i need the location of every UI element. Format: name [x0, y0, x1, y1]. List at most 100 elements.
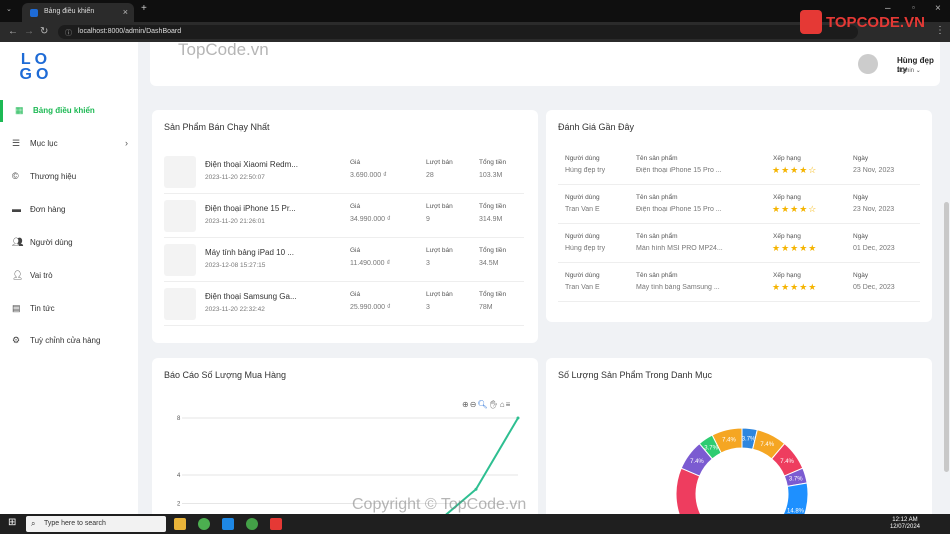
- column-label: Xếp hạng: [773, 194, 801, 201]
- column-label: Giá: [350, 247, 361, 254]
- review-product: Màn hình MSI PRO MP24...: [636, 245, 723, 252]
- product-name: Máy tính bảng iPad 10 ...: [205, 248, 294, 257]
- copyright-icon: ©: [12, 171, 19, 181]
- magnifier-icon[interactable]: 🔍︎: [477, 400, 488, 409]
- system-clock[interactable]: 12:12 AM 12/07/2024: [890, 517, 920, 531]
- sidebar-item[interactable]: ⚙ Tuỳ chỉnh cửa hàng: [0, 330, 138, 352]
- product-date: 2023-11-20 21:26:01: [205, 218, 265, 225]
- windows-start-icon[interactable]: ⊞: [8, 518, 19, 529]
- review-product: Điện thoại iPhone 15 Pro ...: [636, 206, 722, 213]
- new-tab-icon[interactable]: +: [141, 3, 147, 14]
- site-info-icon[interactable]: ⓘ: [65, 28, 72, 38]
- column-label: Người dùng: [565, 272, 600, 279]
- sidebar-item[interactable]: 👤︎ Vai trò: [0, 265, 138, 287]
- chrome-icon[interactable]: [198, 518, 210, 530]
- page-scrollbar[interactable]: [944, 202, 949, 472]
- gear-icon: ⚙: [12, 335, 21, 345]
- review-row[interactable]: Người dùng Tran Van E Tên sản phẩm Điện tho…: [558, 185, 920, 224]
- column-label: Tổng tiền: [479, 291, 507, 298]
- review-row[interactable]: Người dùng Tran Van E Tên sản phẩm Máy tính…: [558, 263, 920, 302]
- users-icon: 👥︎: [12, 237, 24, 247]
- sidebar-item[interactable]: ▦ Bảng điều khiển: [0, 100, 138, 122]
- browser-tab[interactable]: Bảng điều khiển ×: [22, 3, 134, 22]
- sidebar-item-label: Tin tức: [30, 304, 55, 313]
- product-price: 3.690.000 ₫: [350, 172, 387, 179]
- avatar[interactable]: [858, 54, 878, 74]
- tab-menu-icon[interactable]: ⌄: [6, 5, 12, 13]
- product-row[interactable]: Điện thoại Xiaomi Redm... 2023-11-20 22:5…: [164, 150, 524, 194]
- purchase-report-card: Báo Cáo Số Lượng Mua Hàng ⊕⊖🔍︎✋︎⌂≡ 8 4 2: [152, 358, 538, 514]
- column-label: Người dùng: [565, 194, 600, 201]
- slice-label: 7.4%: [780, 459, 794, 465]
- product-price: 34.990.000 ₫: [350, 216, 391, 223]
- taskbar-search[interactable]: ⌕ Type here to search: [26, 516, 166, 532]
- column-label: Tên sản phẩm: [636, 272, 678, 279]
- sliders-icon: ☰: [12, 138, 21, 148]
- product-name: Điện thoại Samsung Ga...: [205, 292, 297, 301]
- product-row[interactable]: Điện thoại Samsung Ga... 2023-11-20 22:32…: [164, 282, 524, 326]
- product-sold: 3: [426, 260, 430, 267]
- product-sold: 9: [426, 216, 430, 223]
- main-content: Hùng đẹp try Admin ⌄ Sản Phẩm Bán Chạy N…: [138, 42, 950, 514]
- column-label: Lượt bán: [426, 203, 453, 210]
- sidebar-item-label: Thương hiệu: [30, 172, 77, 181]
- rating-stars: ★★★★★: [772, 282, 818, 292]
- watermark-copyright: Copyright © TopCode.vn: [352, 496, 527, 513]
- column-label: Giá: [350, 203, 361, 210]
- product-row[interactable]: Điện thoại iPhone 15 Pr... 2023-11-20 21:…: [164, 194, 524, 238]
- review-product: Điện thoại iPhone 15 Pro ...: [636, 167, 722, 174]
- slice-label: 7.4%: [760, 442, 774, 448]
- review-row[interactable]: Người dùng Hùng đẹp try Tên sản phẩm Màn hì…: [558, 224, 920, 263]
- slice-label: 3.7%: [742, 436, 756, 442]
- app-icon[interactable]: [246, 518, 258, 530]
- taskbar: ⊞ ⌕ Type here to search 12:12 AM 12/07/2…: [0, 514, 950, 534]
- sidebar-item[interactable]: 👥︎ Người dùng: [0, 232, 138, 254]
- column-label: Ngày: [853, 194, 869, 201]
- sidebar: LO GO ▦ Bảng điều khiển ☰ Mục lục › © Thương hi…: [0, 42, 138, 514]
- product-name: Điện thoại iPhone 15 Pr...: [205, 204, 296, 213]
- menu-icon[interactable]: ≡: [506, 400, 512, 409]
- review-product: Máy tính bảng Samsung ...: [636, 284, 720, 291]
- column-label: Tên sản phẩm: [636, 233, 678, 240]
- close-icon[interactable]: ×: [123, 7, 128, 17]
- rating-stars: ★★★★★: [772, 243, 818, 253]
- sidebar-item[interactable]: © Thương hiệu: [0, 166, 138, 188]
- recorder-icon[interactable]: [270, 518, 282, 530]
- back-icon[interactable]: ←: [8, 26, 18, 37]
- vscode-icon[interactable]: [222, 518, 234, 530]
- data-point: [516, 416, 520, 420]
- slice-label: 3.7%: [789, 476, 803, 482]
- product-price: 25.990.000 ₫: [350, 304, 391, 311]
- review-user: Tran Van E: [565, 206, 600, 213]
- pan-icon[interactable]: ✋︎: [489, 400, 500, 409]
- product-row[interactable]: Máy tính bảng iPad 10 ... 2023-12-08 15:2…: [164, 238, 524, 282]
- chevron-right-icon: ›: [125, 138, 128, 148]
- slice-label: 7.4%: [722, 438, 736, 444]
- y-tick-label: 4: [177, 473, 181, 479]
- topcode-logo-icon: [800, 10, 822, 34]
- review-date: 01 Dec, 2023: [853, 245, 895, 252]
- reload-icon[interactable]: ↻: [40, 26, 48, 37]
- url-field[interactable]: ⓘ localhost:8000/admin/DashBoard: [58, 25, 858, 39]
- logo[interactable]: LO GO: [18, 52, 54, 88]
- sidebar-item[interactable]: ▬ Đơn hàng: [0, 199, 138, 221]
- data-point: [474, 487, 478, 491]
- column-label: Giá: [350, 159, 361, 166]
- file-explorer-icon[interactable]: [174, 518, 186, 530]
- forward-icon[interactable]: →: [24, 26, 34, 37]
- zoom-in-icon[interactable]: ⊕: [462, 400, 470, 409]
- product-price: 11.490.000 ₫: [350, 260, 391, 267]
- product-date: 2023-12-08 15:27:15: [205, 262, 266, 269]
- chart-toolbar: ⊕⊖🔍︎✋︎⌂≡: [462, 400, 511, 409]
- reviews-title: Đánh Giá Gần Đây: [558, 122, 635, 132]
- user-role[interactable]: Admin ⌄: [897, 67, 921, 74]
- person-icon: 👤︎: [12, 270, 24, 280]
- sidebar-item-label: Đơn hàng: [30, 205, 66, 214]
- category-report-card: Số Lượng Sản Phẩm Trong Danh Mục 3.7% 7.4…: [546, 358, 932, 514]
- category-donut-chart: 3.7%7.4%7.4%3.7%14.8%25.9%7.4%3.7%7.4%: [675, 427, 809, 514]
- sidebar-item[interactable]: ▤ Tin tức: [0, 298, 138, 320]
- column-label: Ngày: [853, 233, 869, 240]
- review-row[interactable]: Người dùng Hùng đẹp try Tên sản phẩm Điện t…: [558, 146, 920, 185]
- product-thumbnail: [164, 244, 196, 276]
- sidebar-item[interactable]: ☰ Mục lục ›: [0, 133, 138, 155]
